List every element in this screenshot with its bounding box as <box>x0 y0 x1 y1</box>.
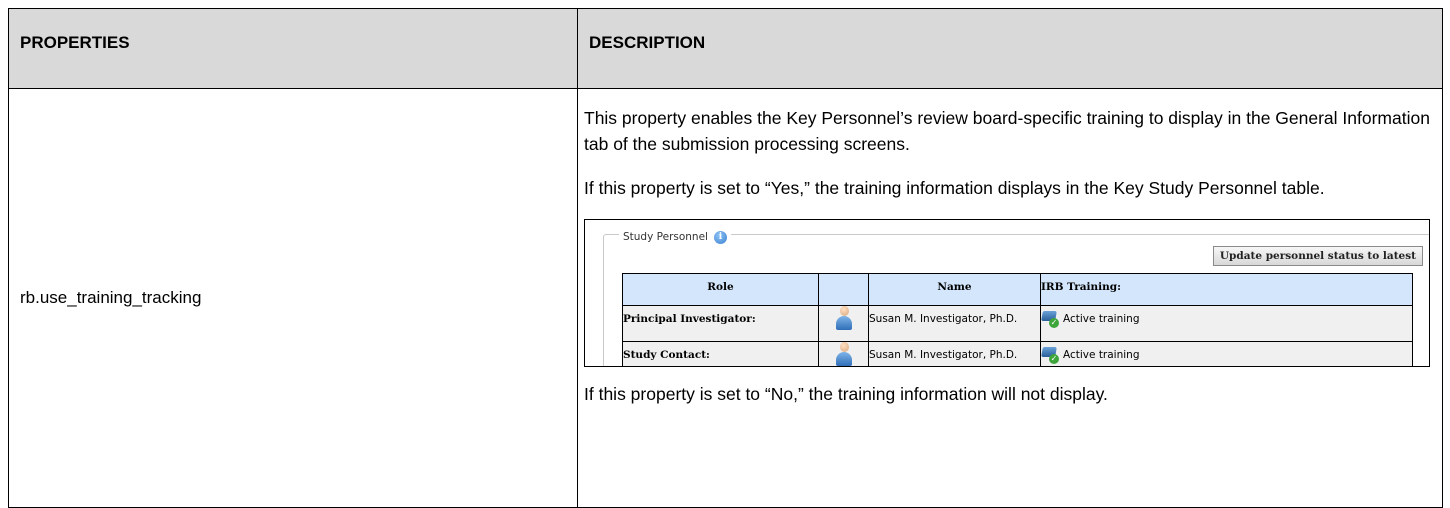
training-cell: ✓ Active training <box>1040 305 1413 342</box>
avatar-cell <box>818 341 869 366</box>
irb-training-column-header: IRB Training: <box>1040 273 1413 306</box>
name-cell: Susan M. Investigator, Ph.D. <box>868 305 1041 342</box>
study-personnel-legend: Study Personnel i <box>619 224 731 250</box>
table-row: rb.use_training_tracking This property e… <box>8 88 1443 508</box>
study-personnel-table: Role Name IRB Training: Principal Invest… <box>622 273 1413 366</box>
avatar-column-header <box>818 273 869 306</box>
table-row: Principal Investigator: Susan M. Investi… <box>622 305 1413 342</box>
table-header-row: PROPERTIES DESCRIPTION <box>8 8 1443 89</box>
training-status: Active training <box>1063 349 1140 361</box>
description-closing: If this property is set to “No,” the tra… <box>584 384 1108 404</box>
table-row: Study Contact: Susan M. Investigator, Ph… <box>622 341 1413 366</box>
avatar-cell <box>818 305 869 342</box>
update-personnel-status-button[interactable]: Update personnel status to latest <box>1212 246 1423 266</box>
description-column-header: DESCRIPTION <box>577 8 1443 89</box>
study-personnel-screenshot: Study Personnel i Update personnel statu… <box>584 219 1430 367</box>
graduation-cap-check-icon: ✓ <box>1041 310 1059 328</box>
description-paragraph: If this property is set to “Yes,” the tr… <box>584 178 1325 198</box>
role-column-header: Role <box>622 273 819 306</box>
info-icon[interactable]: i <box>713 230 727 244</box>
properties-column-header: PROPERTIES <box>8 8 578 89</box>
description-paragraph: This property enables the Key Personnel’… <box>584 108 1430 154</box>
name-cell: Susan M. Investigator, Ph.D. <box>868 341 1041 366</box>
role-cell: Principal Investigator: <box>622 305 819 342</box>
property-description: This property enables the Key Personnel’… <box>577 88 1443 508</box>
personnel-table-header: Role Name IRB Training: <box>622 273 1413 306</box>
training-status: Active training <box>1063 313 1140 325</box>
property-name: rb.use_training_tracking <box>8 88 578 508</box>
graduation-cap-check-icon: ✓ <box>1041 346 1059 364</box>
study-personnel-title: Study Personnel <box>623 231 708 243</box>
person-icon <box>835 342 853 366</box>
name-column-header: Name <box>868 273 1041 306</box>
properties-table: PROPERTIES DESCRIPTION rb.use_training_t… <box>8 8 1443 508</box>
person-icon <box>835 306 853 330</box>
role-cell: Study Contact: <box>622 341 819 366</box>
training-cell: ✓ Active training <box>1040 341 1413 366</box>
